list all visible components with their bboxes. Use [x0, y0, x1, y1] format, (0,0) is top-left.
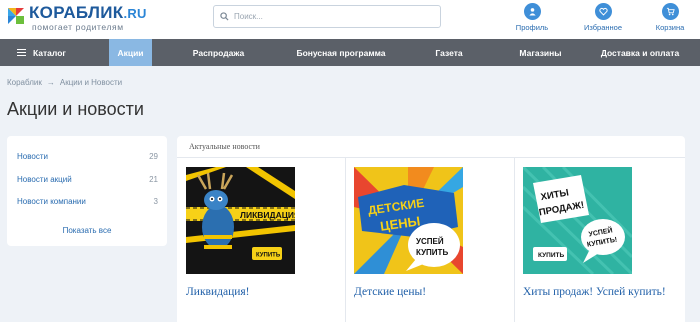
favorites-button[interactable]: Избранное	[573, 3, 633, 32]
nav-catalog-label: Каталог	[33, 47, 66, 58]
nav-delivery-label: Доставка и оплата	[600, 47, 680, 58]
favorites-label: Избранное	[583, 23, 622, 32]
nav-catalog[interactable]: Каталог	[0, 39, 109, 66]
heart-icon	[594, 3, 612, 20]
nav-newspaper-label: Газета	[435, 47, 463, 58]
sidebar-item-count: 29	[149, 152, 158, 161]
news-title-link[interactable]: Хиты продаж! Успей купить!	[523, 286, 666, 298]
menu-icon	[17, 47, 26, 58]
sidebar-item-label: Новости компании	[17, 197, 86, 206]
nav-sale-label: Распродажа	[192, 47, 245, 58]
cart-button[interactable]: Корзина	[640, 3, 700, 32]
logo-icon	[6, 6, 26, 26]
sidebar-item-company-news[interactable]: Новости компании 3	[17, 197, 158, 206]
search-input[interactable]	[234, 12, 424, 21]
logo-wordmark: КОРАБЛИК	[29, 3, 124, 22]
breadcrumb-arrow-icon: →	[46, 78, 55, 87]
logo[interactable]: КОРАБЛИК.RU помогает родителям	[6, 4, 147, 32]
page-title: Акции и новости	[7, 99, 144, 119]
breadcrumb-current: Акции и Новости	[59, 78, 123, 87]
bestsellers-buy-label: КУПИТЬ	[538, 252, 564, 259]
column-divider	[345, 158, 346, 322]
sidebar-item-label: Новости акций	[17, 175, 72, 184]
sidebar-item-count: 21	[149, 175, 158, 184]
breadcrumb-home-link[interactable]: Кораблик	[7, 78, 42, 87]
cart-label: Корзина	[655, 23, 685, 32]
nav-bonus-program-label: Бонусная программа	[296, 47, 386, 58]
search-box[interactable]	[213, 5, 441, 28]
liquidation-buy-label: КУПИТЬ	[256, 253, 281, 259]
cart-icon	[661, 3, 679, 20]
news-image-liquidation[interactable]: ЛИКВИДАЦИЯ КУПИТЬ	[186, 167, 295, 274]
news-panel-heading: Актуальные новости	[177, 136, 685, 158]
site-header: КОРАБЛИК.RU помогает родителям Профиль И…	[0, 0, 700, 39]
news-image-kids-prices[interactable]: ДЕТСКИЕ ЦЕНЫ УСПЕЙ КУПИТЬ	[354, 167, 463, 274]
search-icon	[220, 8, 229, 26]
sidebar-item-news[interactable]: Новости 29	[17, 152, 158, 161]
nav-stores[interactable]: Магазины	[501, 39, 580, 66]
profile-button[interactable]: Профиль	[502, 3, 562, 32]
sidebar-item-label: Новости	[17, 152, 48, 161]
liquidation-banner-text: ЛИКВИДАЦИЯ	[240, 210, 295, 220]
main-nav: Каталог Акции Распродажа Бонусная програ…	[0, 39, 700, 66]
show-all-link[interactable]: Показать все	[7, 226, 167, 235]
kids-prices-bubble2: КУПИТЬ	[416, 248, 448, 257]
nav-bonus-program[interactable]: Бонусная программа	[285, 39, 397, 66]
kids-prices-bubble1: УСПЕЙ	[416, 237, 444, 246]
logo-domain: .RU	[123, 6, 147, 21]
news-title-link[interactable]: Ликвидация!	[186, 286, 250, 298]
user-icon	[523, 3, 541, 20]
news-title-link[interactable]: Детские цены!	[354, 286, 426, 298]
nav-sale[interactable]: Распродажа	[152, 39, 285, 66]
news-filter-sidebar: Новости 29 Новости акций 21 Новости комп…	[7, 136, 167, 246]
column-divider	[514, 158, 515, 322]
sidebar-item-promo-news[interactable]: Новости акций 21	[17, 175, 158, 184]
nav-stores-label: Магазины	[519, 47, 562, 58]
nav-promotions[interactable]: Акции	[109, 39, 152, 66]
breadcrumb: Кораблик → Акции и Новости	[7, 78, 122, 87]
profile-label: Профиль	[515, 23, 549, 32]
nav-promotions-label: Акции	[117, 47, 144, 58]
sidebar-item-count: 3	[153, 197, 158, 206]
news-image-bestsellers[interactable]: ХИТЫ ПРОДАЖ! УСПЕЙ КУПИТЬ! КУПИТЬ	[523, 167, 632, 274]
nav-newspaper[interactable]: Газета	[397, 39, 501, 66]
nav-delivery[interactable]: Доставка и оплата	[580, 39, 700, 66]
logo-tagline: помогает родителям	[32, 22, 124, 32]
